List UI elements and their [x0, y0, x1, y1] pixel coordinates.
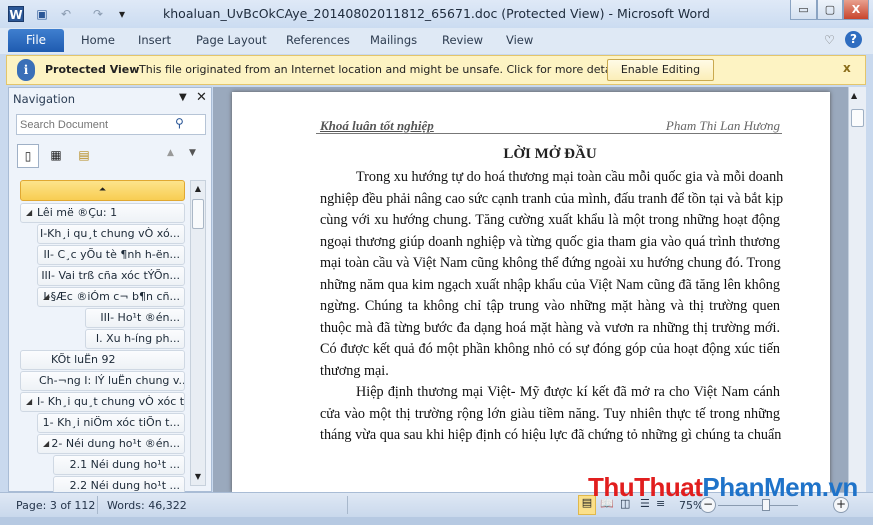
nav-heading-label: III- Ho¹t ®én...: [100, 311, 180, 324]
nav-heading-label: II- C¸c yÕu tè ¶nh h-ën...: [43, 248, 180, 261]
info-shield-icon: i: [17, 59, 35, 81]
document-line: thuộc mà đã từng bước đa dạng hoá mặt hà…: [320, 319, 780, 336]
nav-heading-item[interactable]: I. Xu h-íng ph...: [85, 329, 185, 349]
nav-heading-label: I. Xu h-íng ph...: [95, 332, 180, 345]
browse-headings-tab[interactable]: ▯: [17, 144, 39, 168]
nav-heading-label: 2- Néi dung ho¹t ®én...: [51, 437, 180, 450]
zoom-slider[interactable]: [718, 505, 798, 506]
navigation-pane: Navigation ▼ ✕ ⚲ ▯ ▦ ▤ ▲ ▼ ⏶ ◢ Lêi më ®Çu…: [8, 87, 212, 496]
nav-heading-label: 2.1 Néi dung ho¹t ...: [69, 458, 180, 471]
close-bar-icon[interactable]: x: [843, 61, 851, 75]
nav-heading-item[interactable]: II- C¸c yÕu tè ¶nh h-ën...: [37, 245, 185, 265]
document-line: Hiệp định thương mại Việt- Mỹ được kí kế…: [356, 384, 780, 400]
tab-home[interactable]: Home: [81, 33, 115, 47]
minimize-button[interactable]: ▭: [790, 0, 817, 20]
document-scrollbar[interactable]: ▲: [848, 87, 866, 492]
nav-heading-label: III- Vai trß cña xóc tÝÕn...: [41, 269, 180, 282]
nav-heading-item[interactable]: III- Vai trß cña xóc tÝÕn...: [37, 266, 185, 286]
document-line: nghiệp đều phải nâng cao sức cạnh tranh …: [320, 190, 784, 207]
nav-heading-item[interactable]: ◢ Lêi më ®Çu: 1: [20, 203, 185, 223]
title-bar: W ▣ ↶ ↷ ▾ khoaluan_UvBcOkCAye_2014080201…: [0, 0, 873, 28]
scroll-up-icon[interactable]: ▲: [851, 91, 857, 100]
tab-mailings[interactable]: Mailings: [370, 33, 417, 47]
document-line: tháng vừa qua sau khi hiệp định có hiệu …: [320, 427, 782, 443]
next-heading-icon[interactable]: ▼: [189, 148, 196, 158]
document-line: ngoại thương giúp doanh nghiệp và từng q…: [320, 233, 780, 250]
navigation-title: Navigation: [13, 92, 76, 106]
nav-heading-label: I-§Æc ®iÓm c¬ b¶n cñ...: [43, 290, 180, 303]
watermark-part1: ThuThuat: [588, 472, 703, 502]
document-line: Trong xu hướng tự do hoá thương mại toàn…: [356, 169, 784, 185]
watermark-logo: ThuThuatPhanMem.vn: [588, 472, 858, 503]
close-button[interactable]: X: [843, 0, 869, 20]
nav-heading-label: I-Kh¸i qu¸t chung vÒ xó...: [39, 227, 180, 240]
tab-references[interactable]: References: [286, 33, 350, 47]
nav-heading-label: Ch-¬ng I: lÝ luËn chung v...: [39, 374, 185, 387]
pane-options-icon[interactable]: ▼: [179, 92, 187, 103]
tab-review[interactable]: Review: [442, 33, 483, 47]
watermark-part3: .vn: [821, 472, 859, 502]
ribbon-tabs: Home Insert Page Layout References Maili…: [0, 28, 873, 54]
nav-heading-label: 1- Kh¸i niÖm xóc tiÕn t...: [42, 416, 180, 429]
window-title: khoaluan_UvBcOkCAye_20140802011812_65671…: [163, 6, 710, 21]
enable-editing-button[interactable]: Enable Editing: [607, 59, 714, 81]
tab-insert[interactable]: Insert: [138, 33, 171, 47]
collapse-all-button[interactable]: ⏶: [20, 180, 185, 201]
previous-heading-icon[interactable]: ▲: [167, 148, 174, 158]
nav-heading-label: KÕt luËn 92: [51, 353, 116, 366]
protected-view-bar: i Protected View This file originated fr…: [6, 55, 866, 85]
nav-scroll-thumb[interactable]: [192, 199, 204, 229]
scroll-up-icon[interactable]: ▲: [191, 181, 205, 197]
nav-heading-label: I- Kh¸i qu¸t chung vÒ xóc ti...: [37, 395, 185, 408]
document-scroll-thumb[interactable]: [851, 109, 864, 127]
nav-heading-label: Lêi më ®Çu: 1: [37, 206, 118, 219]
nav-heading-item[interactable]: Ch-¬ng I: lÝ luËn chung v...: [20, 371, 185, 391]
help-icon[interactable]: ?: [845, 31, 862, 48]
nav-heading-item[interactable]: III- Ho¹t ®én...: [85, 308, 185, 328]
header-left: Khoá luân tốt nghiệp: [320, 118, 434, 133]
browse-pages-tab[interactable]: ▦: [45, 144, 67, 168]
tab-view[interactable]: View: [506, 33, 533, 47]
expand-triangle-icon[interactable]: ◢: [43, 435, 49, 453]
document-page[interactable]: Khoá luân tốt nghiệp Pham Thi Lan Hương …: [232, 92, 830, 492]
nav-heading-label: 2.2 Néi dung ho¹t ...: [69, 479, 180, 492]
page-count[interactable]: Page: 3 of 112: [16, 499, 95, 512]
nav-heading-item[interactable]: I-Kh¸i qu¸t chung vÒ xó...: [37, 224, 185, 244]
protected-view-message[interactable]: This file originated from an Internet lo…: [139, 63, 627, 76]
browse-results-tab[interactable]: ▤: [73, 144, 95, 168]
maximize-button[interactable]: ▢: [817, 0, 843, 20]
word-count[interactable]: Words: 46,322: [107, 499, 187, 512]
tab-page-layout[interactable]: Page Layout: [196, 33, 267, 47]
close-pane-icon[interactable]: ✕: [196, 90, 207, 105]
nav-heading-item[interactable]: 2.1 Néi dung ho¹t ...: [53, 455, 185, 475]
protected-view-title: Protected View: [45, 63, 140, 76]
document-heading: LỜI MỞ ĐẦU: [503, 146, 597, 162]
expand-triangle-icon[interactable]: ◢: [26, 393, 32, 411]
expand-triangle-icon[interactable]: ◢: [43, 288, 49, 306]
nav-heading-item[interactable]: ◢ I- Kh¸i qu¸t chung vÒ xóc ti...: [20, 392, 185, 412]
watermark-part2: PhanMem: [702, 472, 822, 502]
document-line: ngừng. Chúng ta không chỉ tập trung vào …: [320, 298, 780, 314]
expand-triangle-icon[interactable]: ◢: [26, 204, 32, 222]
nav-heading-item[interactable]: ◢ I-§Æc ®iÓm c¬ b¶n cñ...: [37, 287, 185, 307]
document-line: Có được kết quả đó một phần không nhỏ có…: [320, 341, 780, 357]
document-line: những năm qua kim ngạch xuất nhập khẩu c…: [320, 276, 780, 293]
header-right: Pham Thi Lan Hương: [665, 118, 780, 133]
nav-heading-item[interactable]: ◢ 2- Néi dung ho¹t ®én...: [37, 434, 185, 454]
nav-scrollbar[interactable]: ▲ ▼: [190, 180, 206, 486]
scroll-down-icon[interactable]: ▼: [191, 469, 205, 485]
search-icon[interactable]: ⚲: [175, 116, 184, 130]
document-line: mại toàn cầu và Việt Nam cũng không thể …: [320, 255, 781, 271]
nav-heading-item[interactable]: 1- Kh¸i niÖm xóc tiÕn t...: [37, 413, 185, 433]
tab-file[interactable]: File: [8, 29, 64, 52]
header-rule: [316, 133, 782, 134]
heart-icon[interactable]: ♡: [824, 33, 835, 47]
nav-heading-item[interactable]: KÕt luËn 92: [20, 350, 185, 370]
document-line: thương mại.: [320, 362, 389, 379]
document-line: cửa vào một thị trường rộng lớn giàu tiề…: [320, 405, 780, 422]
document-line: cùng với xu hướng chung. Tăng cường xuất…: [320, 212, 780, 228]
